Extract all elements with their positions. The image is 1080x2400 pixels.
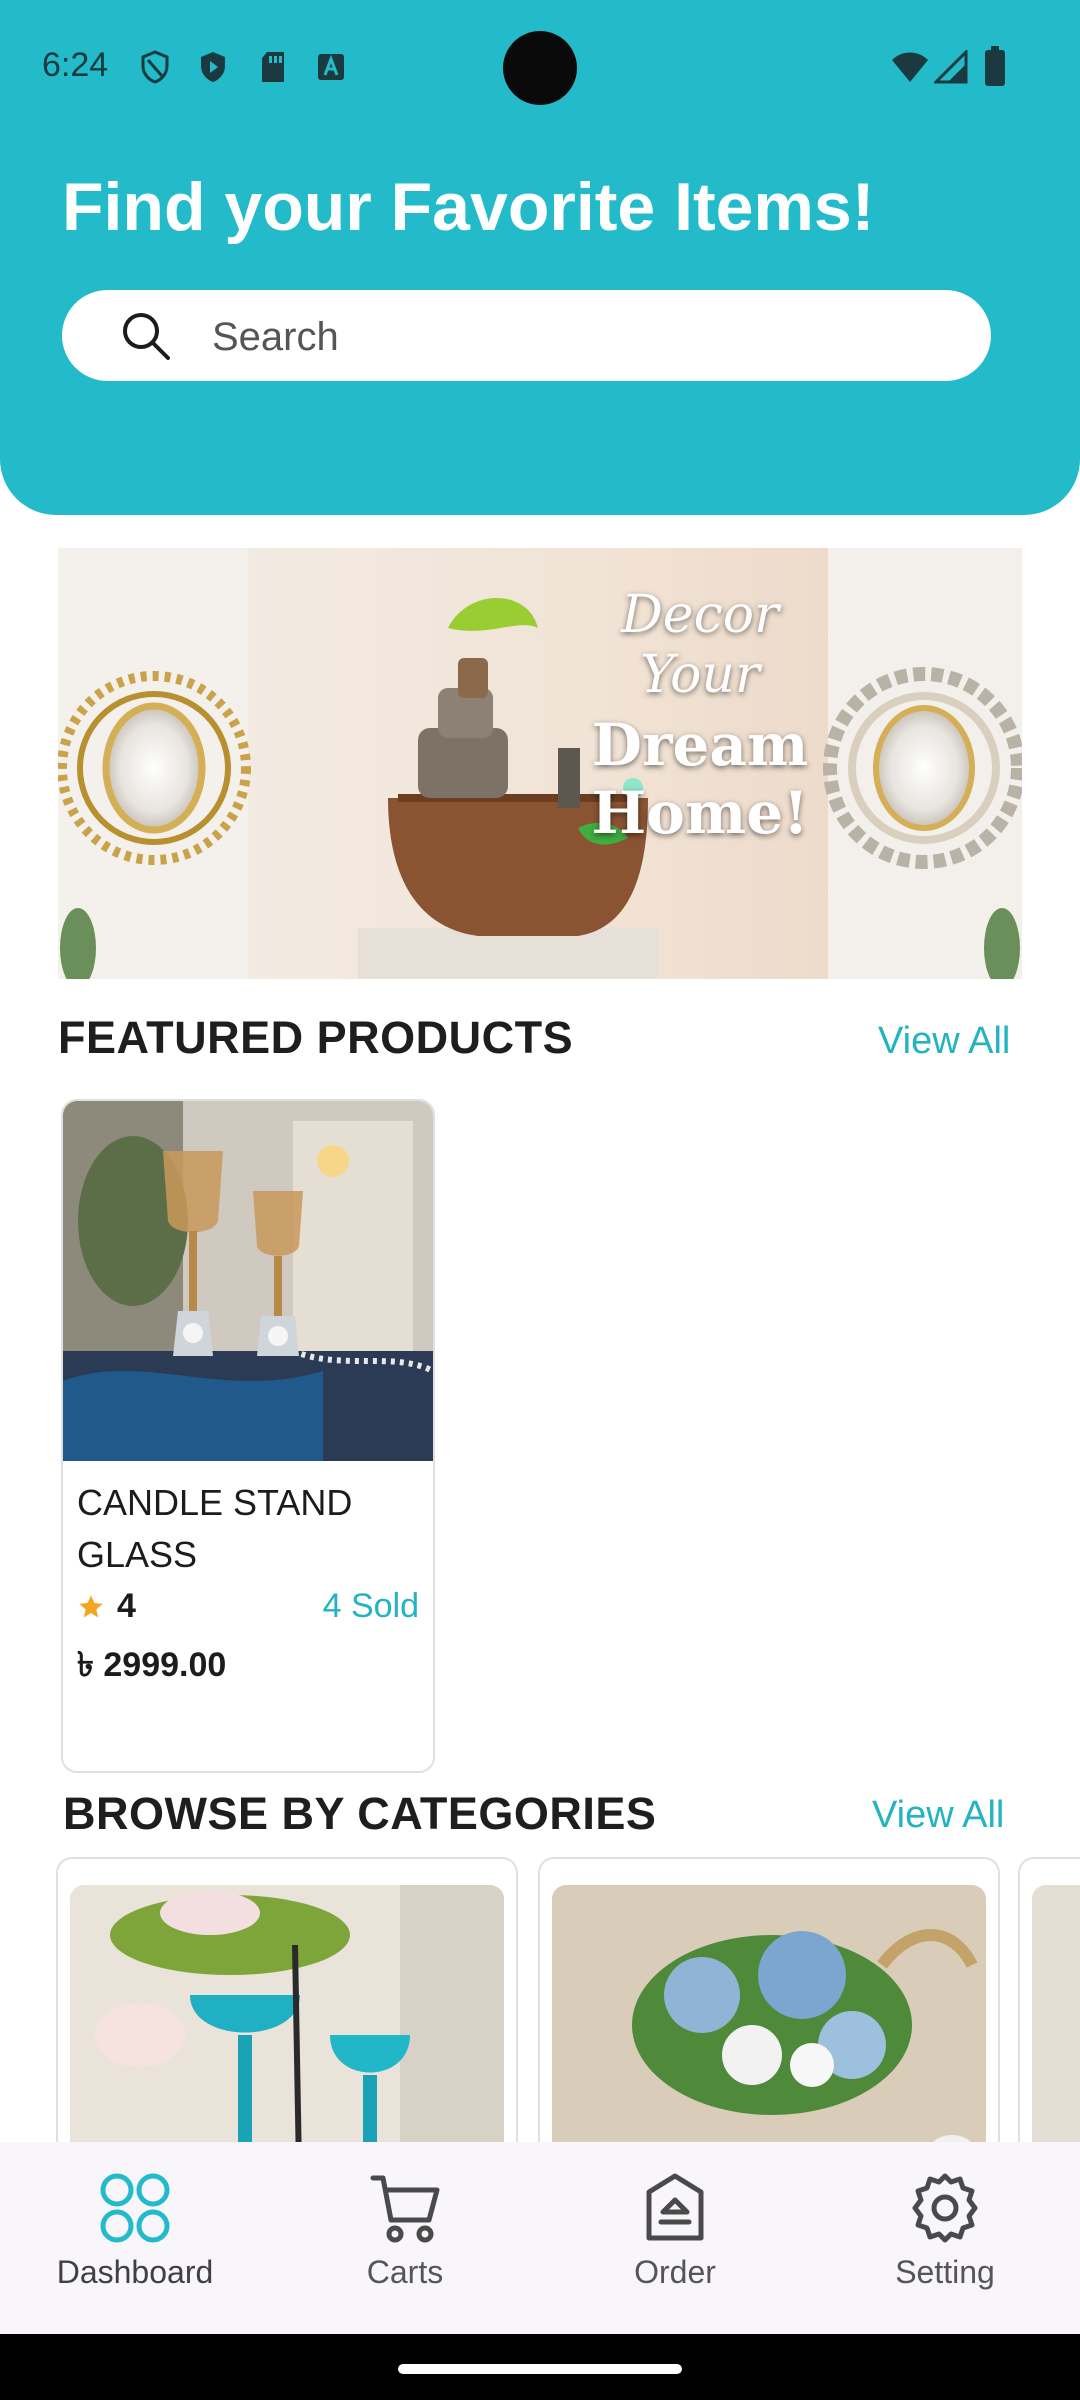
wifi-icon <box>892 52 928 82</box>
categories-view-all-link[interactable]: View All <box>872 1794 1004 1837</box>
font-a-icon <box>318 54 344 80</box>
promo-banner[interactable] <box>58 548 1022 979</box>
sold-count: 4 Sold <box>322 1587 419 1625</box>
battery-icon <box>985 46 1005 86</box>
featured-products-title: FEATURED PRODUCTS <box>58 1012 574 1063</box>
product-card[interactable]: CANDLE STAND GLASS 4 4 Sold ৳ 2999.00 <box>61 1099 435 1773</box>
bottom-navigation: Dashboard Carts Order Setting <box>0 2142 1080 2334</box>
status-bar: 6:24 <box>0 0 1080 130</box>
nav-label: Setting <box>895 2254 995 2290</box>
search-icon <box>123 313 170 360</box>
banner-line2: Dream Home! <box>591 711 809 847</box>
banner-line1: Decor Your <box>621 585 779 705</box>
nav-carts[interactable]: Carts <box>270 2142 540 2334</box>
front-camera <box>503 31 577 105</box>
search-input[interactable] <box>210 306 954 368</box>
product-rating: 4 <box>77 1587 136 1626</box>
nav-dashboard[interactable]: Dashboard <box>0 2142 270 2334</box>
shield-outline-icon <box>141 50 169 84</box>
product-image <box>63 1101 433 1461</box>
product-price: ৳ 2999.00 <box>77 1646 227 1684</box>
nav-setting[interactable]: Setting <box>810 2142 1080 2334</box>
banner-caption: Decor Your Dream Home! <box>590 585 810 847</box>
browse-categories-title: BROWSE BY CATEGORIES <box>63 1788 657 1839</box>
sd-card-icon <box>262 52 284 82</box>
search-bar[interactable] <box>62 290 991 381</box>
home-gesture-bar[interactable] <box>398 2364 682 2374</box>
banner-image <box>58 548 1022 979</box>
grid-circles-icon <box>100 2173 170 2243</box>
nav-order[interactable]: Order <box>540 2142 810 2334</box>
product-name: CANDLE STAND GLASS <box>77 1482 353 1575</box>
star-icon <box>79 1594 103 1617</box>
header: 6:24 Find your Favorite Items! <box>0 0 1080 515</box>
gear-icon <box>912 2173 978 2243</box>
signal-icon <box>934 50 968 84</box>
featured-view-all-link[interactable]: View All <box>878 1020 1010 1063</box>
nav-label: Order <box>634 2254 716 2290</box>
cart-icon <box>370 2175 440 2243</box>
page-title: Find your Favorite Items! <box>62 169 875 245</box>
nav-label: Carts <box>366 2254 444 2290</box>
order-icon <box>646 2173 704 2241</box>
nav-label: Dashboard <box>56 2254 214 2290</box>
shield-play-icon <box>201 52 225 82</box>
status-time: 6:24 <box>42 46 109 84</box>
rating-value: 4 <box>117 1587 136 1625</box>
